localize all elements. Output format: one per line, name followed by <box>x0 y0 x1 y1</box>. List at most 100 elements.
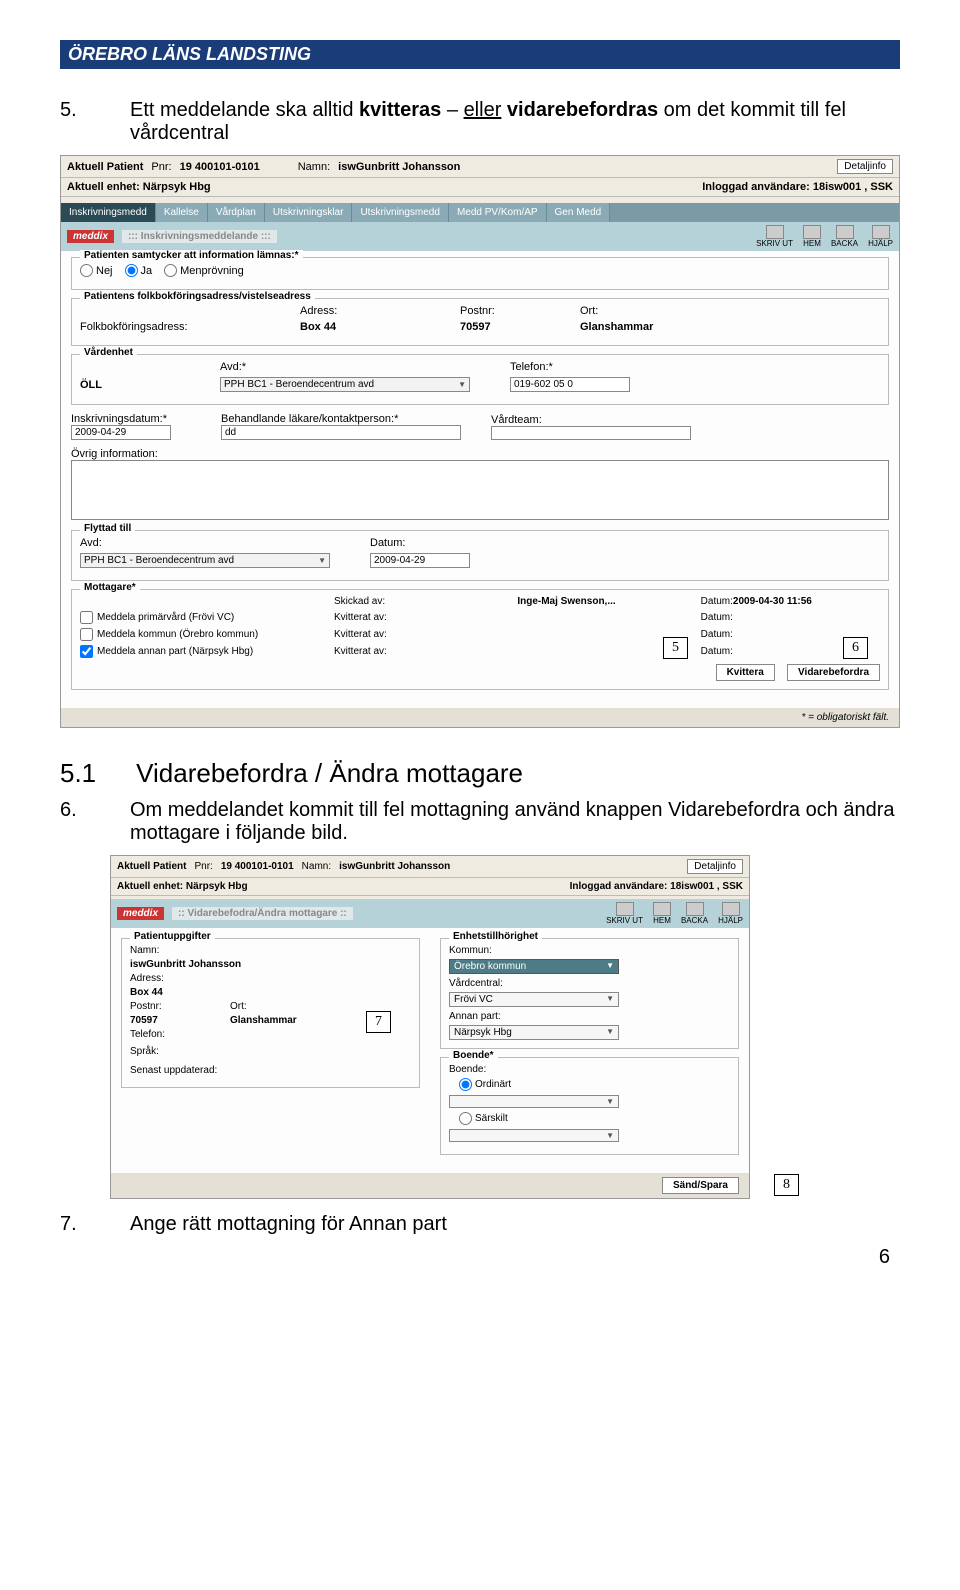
meddix-logo: meddix <box>117 907 164 920</box>
ss2-patient-info: Aktuell Patient Pnr: 19 400101-0101 Namn… <box>111 856 749 878</box>
radio-nej[interactable] <box>80 264 93 277</box>
adress-ort: Glanshammar <box>580 321 653 333</box>
avd-select[interactable]: PPH BC1 - Beroendecentrum avd▼ <box>220 377 470 392</box>
ss2-pat-ort: Glanshammar <box>230 1015 297 1026</box>
annotation-5: 5 <box>663 637 688 659</box>
checkbox-annan-part[interactable] <box>80 645 93 658</box>
instruction-5-num: 5. <box>60 99 90 145</box>
ovrig-textarea[interactable] <box>71 460 889 520</box>
samtycke-legend: Patienten samtycker att information lämn… <box>80 250 303 261</box>
panel-title: ::: Inskrivningsmeddelande ::: <box>122 230 277 243</box>
tab-gen-medd[interactable]: Gen Medd <box>547 203 611 222</box>
sand-spara-button[interactable]: Sänd/Spara <box>662 1177 739 1194</box>
section-5-1-num: 5.1 <box>60 758 96 789</box>
screenshot-1: Aktuell Patient Pnr: 19 400101-0101 Namn… <box>60 155 900 728</box>
instruction-7: 7. Ange rätt mottagning för Annan part <box>60 1213 900 1236</box>
enhetstillhorighet-fieldset: Enhetstillhörighet Kommun: Örebro kommun… <box>440 938 739 1049</box>
ss2-panel-header: meddix :: Vidarebefodra/Ändra mottagare … <box>111 899 749 928</box>
patient-info-bar: Aktuell Patient Pnr: 19 400101-0101 Namn… <box>61 156 899 178</box>
help-icon[interactable]: HJÄLP <box>718 902 743 925</box>
vidarebefordra-button[interactable]: Vidarebefordra <box>787 664 880 681</box>
doc-header-title: ÖREBRO LÄNS LANDSTING <box>68 44 892 65</box>
help-icon[interactable]: HJÄLP <box>868 225 893 248</box>
boende-select-1[interactable]: ▼ <box>449 1095 619 1108</box>
namn-label: Namn: <box>298 161 330 173</box>
home-icon[interactable]: HEM <box>803 225 821 248</box>
kvittera-button[interactable]: Kvittera <box>716 664 775 681</box>
mottagare-fieldset: Mottagare* Skickad av: Inge-Maj Swenson,… <box>71 589 889 690</box>
home-icon[interactable]: HEM <box>653 902 671 925</box>
tab-utskrivningsklar[interactable]: Utskrivningsklar <box>265 203 353 222</box>
pnr-label: Pnr: <box>151 161 171 173</box>
annotation-6: 6 <box>843 637 868 659</box>
tab-inskrivningsmedd[interactable]: Inskrivningsmedd <box>61 203 156 222</box>
radio-ordinart[interactable] <box>459 1078 472 1091</box>
radio-sarskilt[interactable] <box>459 1112 472 1125</box>
oll-label: ÖLL <box>80 379 180 391</box>
tab-medd-pv[interactable]: Medd PV/Kom/AP <box>449 203 547 222</box>
adress-legend: Patientens folkbokföringsadress/vistelse… <box>80 291 315 302</box>
boende-fieldset: Boende* Boende: Ordinärt ▼ Särskilt ▼ <box>440 1057 739 1155</box>
instruction-5: 5. Ett meddelande ska alltid kvitteras –… <box>60 99 900 145</box>
vardenhet-legend: Vårdenhet <box>80 347 137 358</box>
vardcentral-select[interactable]: Frövi VC▼ <box>449 992 619 1007</box>
vardenhet-fieldset: Vårdenhet Avd:* Telefon:* ÖLL PPH BC1 - … <box>71 354 889 405</box>
section-5-1-title: Vidarebefordra / Ändra mottagare <box>136 758 523 789</box>
tab-bar: Inskrivningsmedd Kallelse Vårdplan Utskr… <box>61 203 899 222</box>
inskrivningsdatum-input[interactable]: 2009-04-29 <box>71 425 171 440</box>
enhet-info-bar: Aktuell enhet: Närpsyk Hbg Inloggad anvä… <box>61 178 899 197</box>
print-icon[interactable]: SKRIV UT <box>756 225 793 248</box>
telefon-input[interactable]: 019-602 05 0 <box>510 377 630 392</box>
instruction-7-num: 7. <box>60 1213 90 1236</box>
checkbox-kommun[interactable] <box>80 628 93 641</box>
flyttad-fieldset: Flyttad till Avd: Datum: PPH BC1 - Beroe… <box>71 530 889 581</box>
vardteam-input[interactable] <box>491 426 691 440</box>
user-label: Inloggad användare: <box>702 181 810 193</box>
flyttad-datum-input[interactable]: 2009-04-29 <box>370 553 470 568</box>
page-number: 6 <box>60 1246 900 1269</box>
ss2-panel-title: :: Vidarebefodra/Ändra mottagare :: <box>172 907 353 920</box>
boende-select-2[interactable]: ▼ <box>449 1129 619 1142</box>
ss2-pat-namn: iswGunbritt Johansson <box>130 959 241 970</box>
ss2-enhet-info: Aktuell enhet: Närpsyk Hbg Inloggad anvä… <box>111 878 749 896</box>
radio-ja[interactable] <box>125 264 138 277</box>
ss2-pat-adr: Box 44 <box>130 987 163 998</box>
flyttad-avd-select[interactable]: PPH BC1 - Beroendecentrum avd▼ <box>80 553 330 568</box>
back-icon[interactable]: BACKA <box>831 225 858 248</box>
pnr-value: 19 400101-0101 <box>180 161 260 173</box>
skickad-av-value: Inge-Maj Swenson,... <box>517 596 696 607</box>
ovrig-label: Övrig information: <box>71 448 889 460</box>
panel-header: meddix ::: Inskrivningsmeddelande ::: SK… <box>61 222 899 251</box>
adress-fieldset: Patientens folkbokföringsadress/vistelse… <box>71 298 889 346</box>
tab-vardplan[interactable]: Vårdplan <box>208 203 265 222</box>
screenshot-2: Aktuell Patient Pnr: 19 400101-0101 Namn… <box>110 855 750 1199</box>
print-icon[interactable]: SKRIV UT <box>606 902 643 925</box>
mottagare-legend: Mottagare* <box>80 582 140 593</box>
back-icon[interactable]: BACKA <box>681 902 708 925</box>
annan-part-select[interactable]: Närpsyk Hbg▼ <box>449 1025 619 1040</box>
enhet-value: Närpsyk Hbg <box>143 181 211 193</box>
annotation-7: 7 <box>366 1011 391 1033</box>
user-value: 18isw001 , SSK <box>813 181 893 193</box>
skickad-datum: 2009-04-30 11:56 <box>733 596 812 607</box>
instruction-6-text: Om meddelandet kommit till fel mottagnin… <box>130 799 900 845</box>
lakare-input[interactable]: dd <box>221 425 461 440</box>
namn-value: iswGunbritt Johansson <box>338 161 460 173</box>
flyttad-legend: Flyttad till <box>80 523 135 534</box>
oblig-note: * = obligatoriskt fält. <box>61 708 899 727</box>
tab-utskrivningsmedd[interactable]: Utskrivningsmedd <box>352 203 448 222</box>
enhet-label: Aktuell enhet: <box>67 181 140 193</box>
adress-postnr: 70597 <box>460 321 540 333</box>
kommun-select[interactable]: Örebro kommun▼ <box>449 959 619 974</box>
section-5-1: 5.1 Vidarebefordra / Ändra mottagare <box>60 758 900 789</box>
instruction-5-text: Ett meddelande ska alltid kvitteras – el… <box>130 99 900 145</box>
ss2-detaljinfo-button[interactable]: Detaljinfo <box>687 859 743 874</box>
samtycke-fieldset: Patienten samtycker att information lämn… <box>71 257 889 290</box>
detaljinfo-button[interactable]: Detaljinfo <box>837 159 893 174</box>
instruction-7-text: Ange rätt mottagning för Annan part <box>130 1213 900 1236</box>
checkbox-primarvard[interactable] <box>80 611 93 624</box>
adress-box: Box 44 <box>300 321 420 333</box>
instruction-6-num: 6. <box>60 799 90 845</box>
tab-kallelse[interactable]: Kallelse <box>156 203 208 222</box>
radio-menprovning[interactable] <box>164 264 177 277</box>
